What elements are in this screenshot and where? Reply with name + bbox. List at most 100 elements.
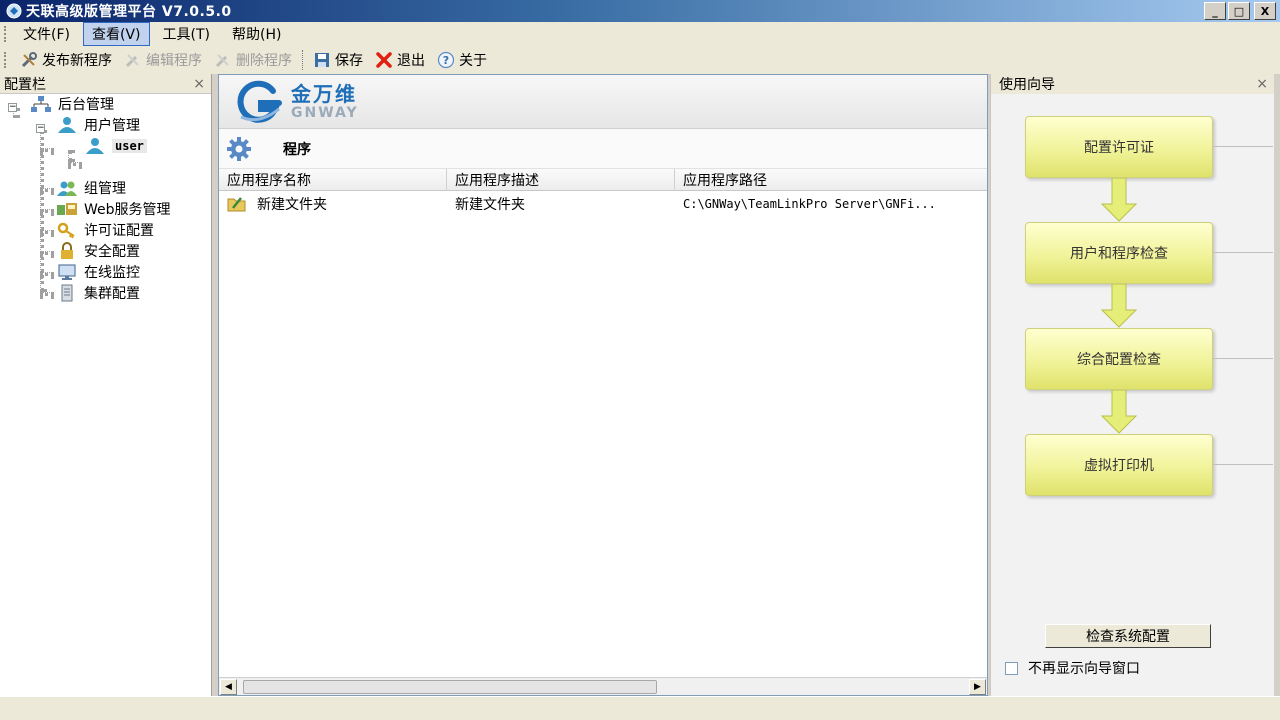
dont-show-wizard-row[interactable]: 不再显示向导窗口 xyxy=(1005,658,1140,678)
tree-item-label: 集群配置 xyxy=(84,286,140,302)
column-header-path[interactable]: 应用程序路径 xyxy=(675,169,987,191)
toolbar-grip[interactable] xyxy=(4,52,8,68)
tree-line xyxy=(40,209,54,213)
toolbar-separator xyxy=(302,50,303,70)
tree-item-backend[interactable]: 后台管理 xyxy=(30,94,114,114)
tree-line xyxy=(40,230,54,234)
tools-icon xyxy=(20,51,38,69)
tree-item-user-mgmt[interactable]: 用户管理 xyxy=(56,115,140,135)
save-label: 保存 xyxy=(335,53,363,69)
column-header-name[interactable]: 应用程序名称 xyxy=(219,169,447,191)
wizard-close-icon[interactable]: × xyxy=(1256,76,1268,92)
scroll-right-arrow-icon[interactable]: ▶ xyxy=(969,679,986,695)
maximize-button[interactable]: □ xyxy=(1228,2,1250,20)
check-system-config-button[interactable]: 检查系统配置 xyxy=(1045,624,1211,648)
publish-program-button[interactable]: 发布新程序 xyxy=(14,48,118,72)
user-icon xyxy=(86,138,104,154)
brand-name-cn: 金万维 xyxy=(291,81,357,106)
column-header-desc[interactable]: 应用程序描述 xyxy=(447,169,675,191)
table-row[interactable]: 新建文件夹 新建文件夹 C:\GNWay\TeamLinkPro Server\… xyxy=(219,191,987,217)
about-button[interactable]: ? 关于 xyxy=(431,48,493,72)
close-button[interactable]: X xyxy=(1254,2,1276,20)
save-icon xyxy=(313,51,331,69)
brand-name-en: GNWAY xyxy=(291,104,359,121)
save-button[interactable]: 保存 xyxy=(307,48,369,72)
wizard-step-overall-check[interactable]: 综合配置检查 xyxy=(1025,328,1213,390)
menu-grip[interactable] xyxy=(4,26,8,42)
tree-item-user[interactable]: user xyxy=(84,136,147,156)
tree-collapse-icon[interactable]: − xyxy=(36,124,45,133)
tree-item-group-mgmt[interactable]: 组管理 xyxy=(56,178,126,198)
delete-program-button[interactable]: 删除程序 xyxy=(208,48,298,72)
brand-name: 金万维 GNWAY xyxy=(291,84,359,120)
config-panel-close-icon[interactable]: × xyxy=(193,76,205,92)
title-bar: 天联高级版管理平台 V7.0.5.0 _ □ X xyxy=(0,0,1280,22)
wizard-step-virtual-printer[interactable]: 虚拟打印机 xyxy=(1025,434,1213,496)
svg-text:?: ? xyxy=(443,54,449,67)
exit-button[interactable]: 退出 xyxy=(369,48,431,72)
tree-item-label: user xyxy=(112,139,147,153)
tree-item-cluster[interactable]: 集群配置 xyxy=(56,283,140,303)
scrollbar-thumb[interactable] xyxy=(243,680,657,694)
wizard-connector-line xyxy=(1213,464,1273,465)
config-panel-title: 配置栏 xyxy=(4,76,46,93)
cell-path: C:\GNWay\TeamLinkPro Server\GNFi... xyxy=(675,197,987,211)
help-icon: ? xyxy=(437,51,455,69)
tree-item-license[interactable]: 许可证配置 xyxy=(56,220,154,240)
lock-icon xyxy=(61,242,73,259)
tree-item-web-mgmt[interactable]: Web服务管理 xyxy=(56,199,171,219)
minimize-button[interactable]: _ xyxy=(1204,2,1226,20)
key-icon xyxy=(57,222,75,239)
server-icon xyxy=(61,284,73,302)
tree-line xyxy=(40,188,54,192)
delete-program-label: 删除程序 xyxy=(236,53,292,69)
section-title: 程序 xyxy=(283,141,311,158)
menu-bar: 文件(F) 查看(V) 工具(T) 帮助(H) xyxy=(0,22,1280,46)
tree-collapse-icon[interactable]: − xyxy=(8,103,17,112)
menu-view[interactable]: 查看(V) xyxy=(82,22,150,46)
gear-icon xyxy=(227,136,251,161)
edit-program-button[interactable]: 编辑程序 xyxy=(118,48,208,72)
config-tree: − 后台管理 − 用户管理 user 组管理 Web服务管理 许可证配置 安全配… xyxy=(0,94,211,302)
gnway-logo-icon xyxy=(237,80,282,123)
brand-banner: 金万维 GNWAY xyxy=(219,75,987,129)
wizard-step-license[interactable]: 配置许可证 xyxy=(1025,116,1213,178)
wizard-connector-line xyxy=(1213,358,1273,359)
program-path: C:\GNWay\TeamLinkPro Server\GNFi... xyxy=(683,197,936,211)
wizard-step-user-program-check[interactable]: 用户和程序检查 xyxy=(1025,222,1213,284)
folder-edit-icon xyxy=(227,197,246,212)
status-bar xyxy=(0,696,1280,720)
tree-item-label: 用户管理 xyxy=(84,118,140,134)
program-desc: 新建文件夹 xyxy=(455,197,525,213)
down-arrow-icon xyxy=(1101,178,1137,222)
down-arrow-icon xyxy=(1101,390,1137,434)
menu-help[interactable]: 帮助(H) xyxy=(223,22,290,46)
config-panel: 配置栏 × − 后台管理 − 用户管理 user 组管理 Web服务管理 许可证… xyxy=(0,74,212,696)
user-icon xyxy=(58,117,76,133)
wizard-header: 使用向导 × xyxy=(991,74,1274,94)
scroll-left-arrow-icon[interactable]: ◀ xyxy=(220,679,237,695)
window-title: 天联高级版管理平台 V7.0.5.0 xyxy=(26,4,232,20)
cell-desc: 新建文件夹 xyxy=(447,194,675,214)
tree-item-monitor[interactable]: 在线监控 xyxy=(56,262,140,282)
wizard-panel: 使用向导 × 配置许可证 用户和程序检查 综合配置检查 虚拟打印机 检查系统配置… xyxy=(990,74,1274,696)
tree-item-label: Web服务管理 xyxy=(84,202,171,218)
dont-show-wizard-checkbox[interactable] xyxy=(1005,661,1018,675)
tree-item-label: 安全配置 xyxy=(84,244,140,260)
tree-item-security[interactable]: 安全配置 xyxy=(56,241,140,261)
horizontal-scrollbar[interactable]: ◀ ▶ xyxy=(219,677,987,695)
tree-line xyxy=(40,272,54,276)
program-name: 新建文件夹 xyxy=(257,197,327,213)
edit-program-label: 编辑程序 xyxy=(146,53,202,69)
down-arrow-icon xyxy=(1101,284,1137,328)
window-controls: _ □ X xyxy=(1204,2,1276,20)
menu-file[interactable]: 文件(F) xyxy=(14,22,79,46)
wizard-title: 使用向导 xyxy=(999,77,1055,93)
app-icon xyxy=(6,3,22,19)
exit-label: 退出 xyxy=(397,53,425,69)
program-panel: 金万维 GNWAY 程序 应用程序名称 应用程序描述 应用程序路径 新建文件夹 … xyxy=(218,74,988,696)
config-panel-header: 配置栏 × xyxy=(0,74,211,94)
group-icon xyxy=(57,181,77,196)
tree-line xyxy=(40,148,54,152)
menu-tools[interactable]: 工具(T) xyxy=(154,22,219,46)
